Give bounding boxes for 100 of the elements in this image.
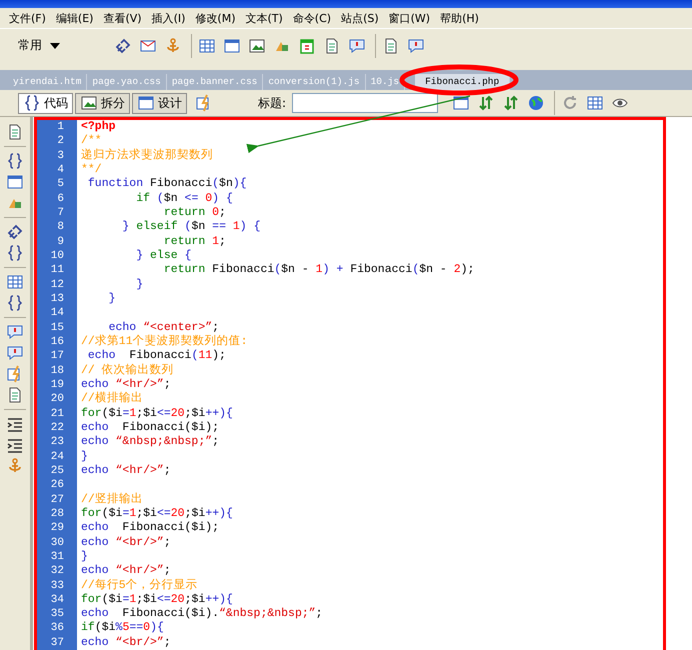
line-number: 5 (37, 177, 77, 192)
link-icon[interactable] (114, 36, 132, 54)
title-label: 标题: (258, 94, 286, 112)
code-line: /** (80, 134, 102, 148)
code-line: echo “<hr/>”; (80, 464, 171, 478)
code-line: echo “<center>”; (108, 320, 220, 334)
code-line: return 1; (162, 234, 226, 249)
code-line: for($i=1;$i<=20;$i++){ (80, 506, 233, 522)
code-line: 递归方法求斐波那契数列 (80, 148, 213, 163)
code-line: //求第11个斐波那契数列的值: (80, 334, 248, 350)
code-line: **/ (80, 162, 102, 178)
line-number: 20 (37, 392, 77, 407)
line-number: 28 (37, 506, 77, 522)
line-number: 35 (37, 607, 77, 622)
line-number: 16 (37, 334, 77, 350)
comment-icon[interactable] (6, 323, 24, 341)
line-number: 25 (37, 464, 77, 478)
menu-item[interactable]: 编辑(E) (50, 10, 98, 26)
line-number: 11 (37, 263, 77, 278)
menu-item[interactable]: 站点(S) (336, 10, 384, 26)
menu-item[interactable]: 查看(V) (98, 10, 147, 26)
code-line: echo “<br/>”; (80, 636, 171, 650)
line-number: 18 (37, 364, 77, 378)
window-icon[interactable] (223, 36, 241, 54)
code-line: } (80, 550, 88, 564)
line-number: 4 (37, 162, 77, 178)
title-field[interactable] (292, 93, 438, 113)
arrows-icon[interactable] (477, 94, 496, 112)
line-number: 12 (37, 278, 77, 292)
code-line: //横排输出 (80, 392, 143, 407)
line-number: 13 (37, 292, 77, 306)
code-line: //竖排输出 (80, 492, 143, 507)
line-number: 26 (37, 478, 77, 493)
line-number: 17 (37, 349, 77, 364)
menu-item[interactable]: 窗口(W) (384, 10, 436, 26)
code-line: if ($n <= 0) { (135, 192, 233, 206)
view-button[interactable]: 设计 (132, 92, 187, 114)
line-number: 14 (37, 306, 77, 321)
globe-icon[interactable] (527, 94, 546, 112)
line-number: 32 (37, 564, 77, 578)
code-icon[interactable] (23, 94, 41, 112)
code-line: //每行5个，分行显示 (80, 578, 198, 593)
menu-item[interactable]: 修改(M) (190, 10, 240, 26)
code-line: echo “<hr/>”; (80, 564, 171, 578)
line-number: 9 (37, 234, 77, 249)
line-number: 19 (37, 378, 77, 392)
code-line: } else { (135, 248, 192, 264)
line-number: 23 (37, 435, 77, 450)
line-number: 7 (37, 206, 77, 220)
category-dropdown[interactable]: 常用 (18, 37, 60, 54)
line-number: 3 (37, 148, 77, 163)
line-number: 24 (37, 450, 77, 464)
view-button[interactable]: 代码 (18, 92, 73, 114)
line-number: 6 (37, 192, 77, 206)
comment-icon[interactable] (348, 36, 366, 54)
code-icon[interactable] (6, 294, 24, 312)
image-icon[interactable] (248, 36, 266, 54)
caret-icon (50, 42, 60, 48)
code-line: function Fibonacci($n){ (86, 177, 247, 192)
line-number: 10 (37, 248, 77, 264)
code-line: } (135, 278, 144, 292)
code-line: echo Fibonacci(11); (86, 349, 226, 364)
line-number: 22 (37, 420, 77, 436)
code-line: if($i%5==0){ (80, 621, 164, 636)
line-number: 27 (37, 492, 77, 507)
line-number: 36 (37, 621, 77, 636)
braces-icon[interactable] (6, 244, 24, 262)
code-line: echo “&nbsp;&nbsp;”; (80, 435, 220, 450)
line-number: 30 (37, 536, 77, 550)
view-button[interactable]: 拆分 (75, 92, 130, 114)
code-line: return 0; (162, 206, 226, 220)
line-number: 31 (37, 550, 77, 564)
menu-item[interactable]: 帮助(H) (435, 10, 484, 26)
code-line: } elseif ($n == 1) { (121, 220, 261, 235)
code-line: echo Fibonacci($i); (80, 420, 220, 436)
code-line: echo Fibonacci($i); (80, 521, 220, 536)
line-number: 15 (37, 320, 77, 335)
menu-item[interactable]: 文本(T) (240, 10, 288, 26)
code-line: echo “<br/>”; (80, 536, 171, 550)
line-number: 21 (37, 406, 77, 421)
line-number: 2 (37, 134, 77, 149)
calendar-icon[interactable] (298, 36, 316, 54)
menu-item[interactable]: 文件(F) (4, 10, 51, 26)
code-line: echo “<hr/>”; (80, 378, 171, 392)
line-number: 34 (37, 592, 77, 608)
comment-icon[interactable] (407, 36, 425, 54)
code-line: echo Fibonacci($i).“&nbsp;&nbsp;”; (80, 607, 323, 622)
code-line: for($i=1;$i<=20;$i++){ (80, 406, 233, 421)
menu-item[interactable]: 命令(C) (288, 10, 336, 26)
window-icon[interactable] (452, 94, 470, 112)
table-icon[interactable] (198, 36, 216, 54)
line-number: 37 (37, 636, 77, 650)
code-line: return Fibonacci($n - 1) + Fibonacci($n - 2); (162, 263, 474, 278)
code-line: } (108, 292, 116, 306)
code-line: <?php (80, 120, 116, 134)
line-number: 29 (37, 521, 77, 536)
menu-item[interactable]: 插入(I) (146, 10, 190, 26)
code-line: } (80, 450, 88, 464)
document-tab[interactable]: Fibonacci.php (415, 74, 510, 90)
line-number: 8 (37, 220, 77, 235)
